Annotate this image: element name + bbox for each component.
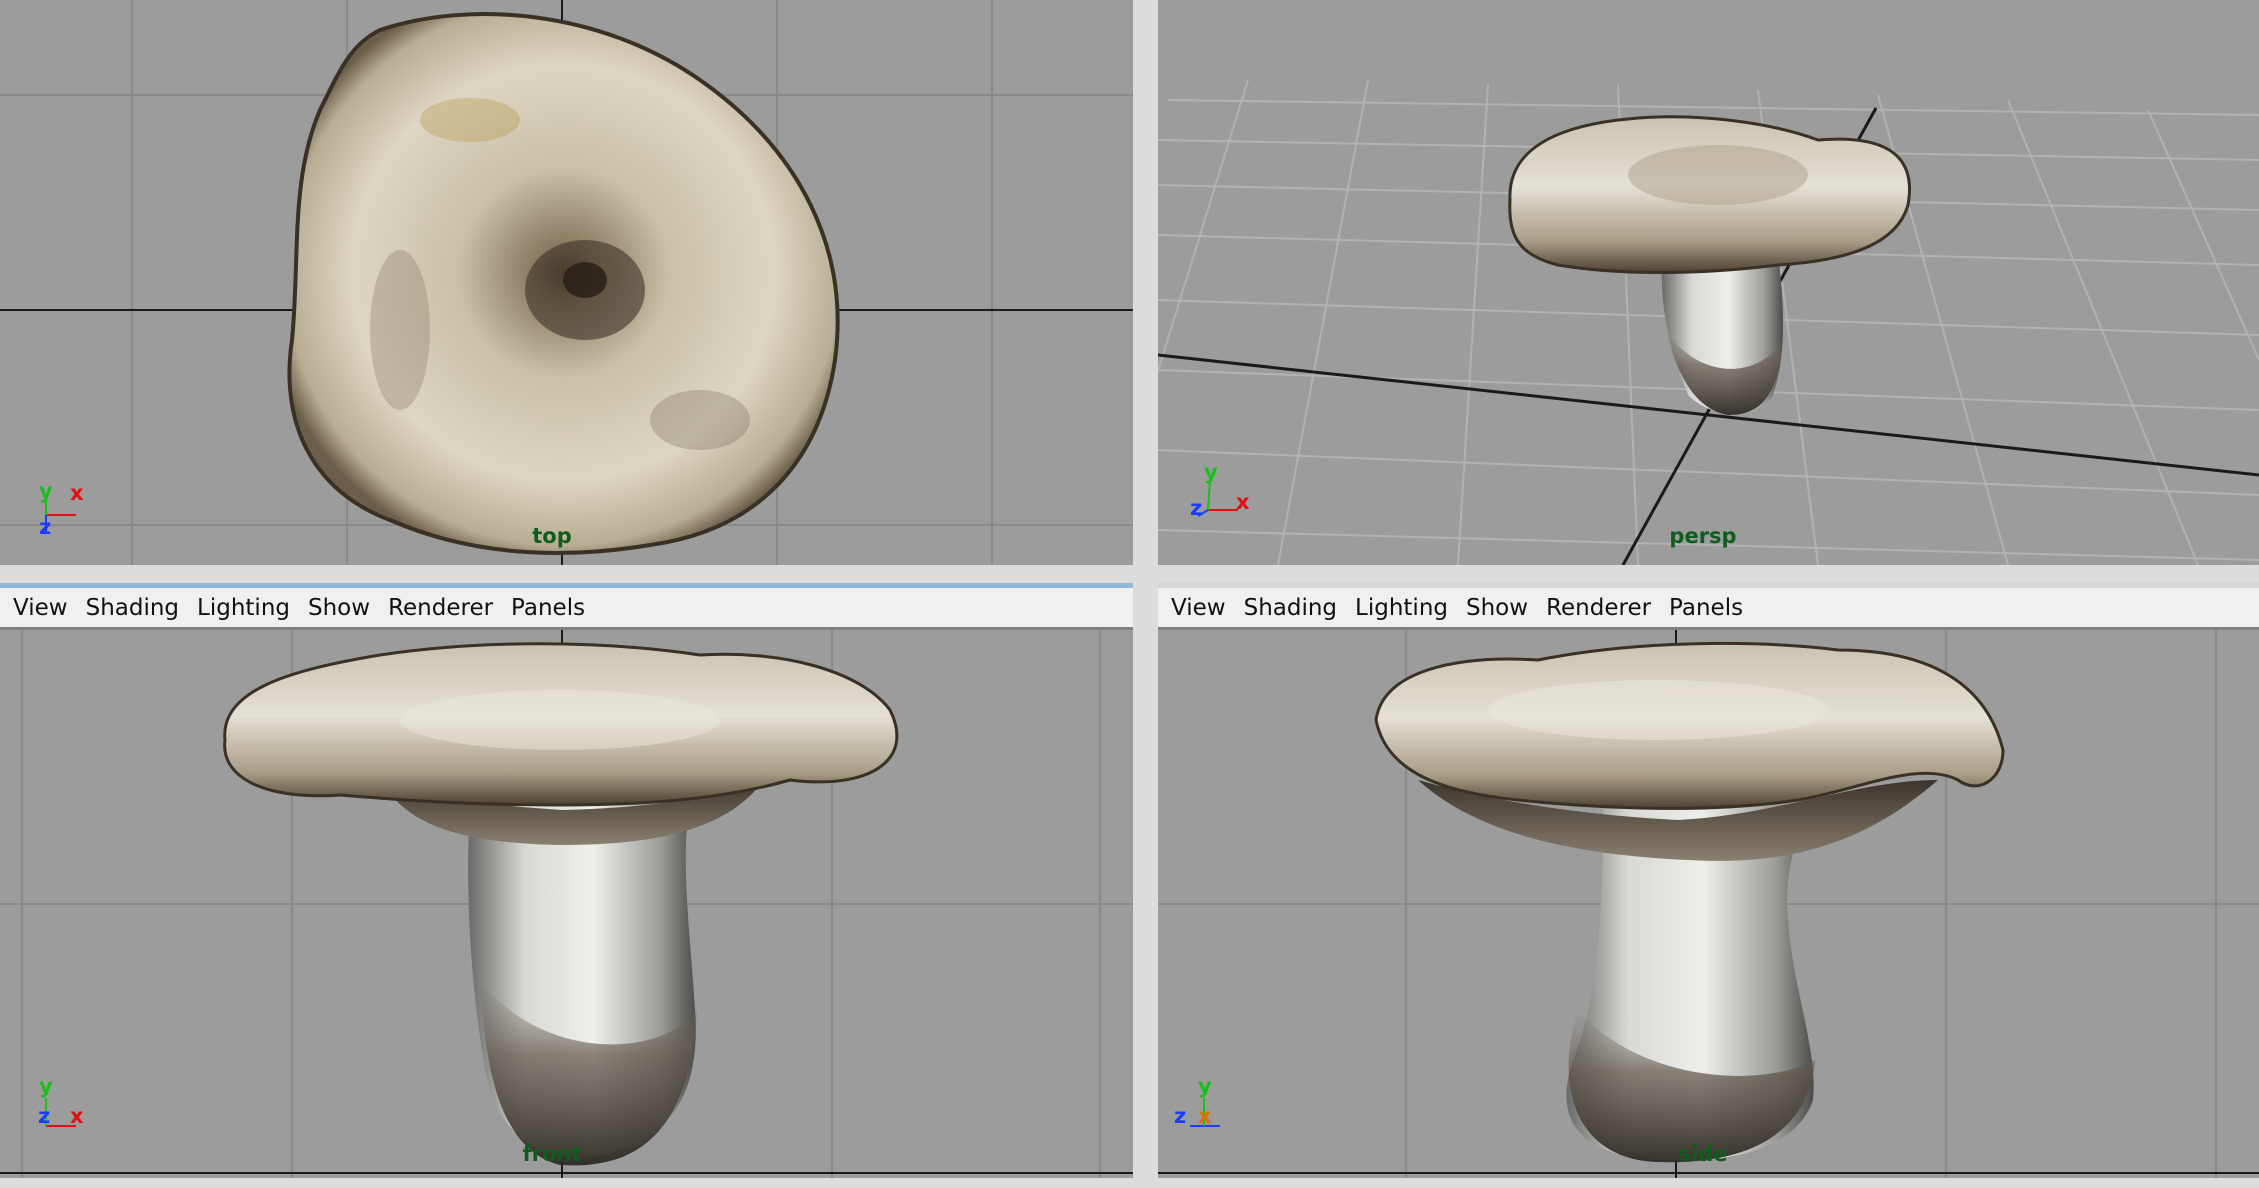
side-scene [1158, 630, 2259, 1178]
axis-indicator-persp: y z x [1190, 460, 1250, 520]
axis-indicator-side: y z x [1174, 1074, 1220, 1128]
viewport-front[interactable]: front y z x [0, 630, 1133, 1178]
viewport-top[interactable]: top y x z [0, 0, 1133, 565]
camera-label-side: side [1678, 1142, 1728, 1166]
menu-shading[interactable]: Shading [86, 595, 179, 621]
menu-lighting[interactable]: Lighting [1355, 595, 1448, 621]
axis-indicator-front: y z x [38, 1074, 84, 1128]
viewport-persp[interactable]: persp y z x [1158, 0, 2259, 565]
menu-shading[interactable]: Shading [1244, 595, 1337, 621]
top-scene [0, 0, 1133, 565]
persp-scene [1158, 79, 2259, 565]
mushroom-side [1374, 641, 2005, 1163]
menu-show[interactable]: Show [1466, 595, 1528, 621]
menu-panels[interactable]: Panels [511, 595, 585, 621]
viewport-divider-vertical[interactable] [1133, 0, 1158, 1188]
bottom-border [0, 1178, 2259, 1188]
camera-label-top: top [532, 524, 572, 548]
menu-panels[interactable]: Panels [1669, 595, 1743, 621]
menu-renderer[interactable]: Renderer [388, 595, 493, 621]
menu-show[interactable]: Show [308, 595, 370, 621]
axis-indicator-top: y x z [39, 479, 84, 539]
menu-renderer[interactable]: Renderer [1546, 595, 1651, 621]
camera-label-front: front [522, 1142, 582, 1166]
viewport-side[interactable]: side y z x [1158, 630, 2259, 1178]
mushroom-persp [1508, 115, 1911, 415]
menu-view[interactable]: View [13, 595, 68, 621]
menu-view[interactable]: View [1171, 595, 1226, 621]
front-scene [0, 630, 1133, 1178]
camera-label-persp: persp [1669, 524, 1737, 548]
menu-lighting[interactable]: Lighting [197, 595, 290, 621]
menubar-side: View Shading Lighting Show Renderer Pane… [1158, 588, 2259, 630]
menubar-front: View Shading Lighting Show Renderer Pane… [0, 588, 1133, 630]
viewport-divider-horizontal[interactable] [0, 565, 2259, 583]
